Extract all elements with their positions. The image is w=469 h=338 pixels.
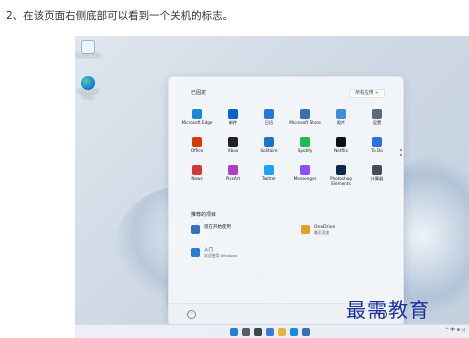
recommended-section-title: 推荐的项目 [191,212,217,218]
pinned-app-label: To Do [371,148,383,153]
recommended-item[interactable]: OneDrive 最近添加 [301,225,335,235]
store-icon[interactable] [302,328,310,336]
pinned-app-label: Photoshop Elements [329,176,352,186]
start-menu: 已固定 所有应用 > Microsoft Edge 邮件 日历 Microsoft S… [168,76,404,326]
user-icon: ◦ [190,311,193,317]
edge-icon [81,76,95,90]
task-view-icon[interactable] [254,328,262,336]
pinned-app-label: 设置 [372,120,382,125]
desktop-icon-label: Microsoft Edge [77,90,99,100]
pinned-app[interactable]: Messenger [287,163,323,191]
pinned-app-label: Solitaire [260,148,278,153]
pinned-app[interactable]: Photoshop Elements [323,163,359,191]
pinned-app-label: PicsArt [225,176,241,181]
pinned-app-label: 计算器 [370,176,384,181]
pinned-app-label: Xbox [227,148,239,153]
pinned-app-label: Office [190,148,204,153]
instruction-caption: 2、在该页面右侧底部可以看到一个关机的标志。 [6,10,234,22]
taskbar-pinned-icons [230,328,314,336]
widgets-icon[interactable] [266,328,274,336]
pinned-app[interactable]: 计算器 [359,163,395,191]
pinned-app-label: 照片 [336,120,346,125]
pinned-app[interactable]: 设置 [359,107,395,135]
spotify-icon [300,137,310,147]
office-icon [192,137,202,147]
page-indicator[interactable] [398,149,404,159]
pinned-app[interactable]: To Do [359,135,395,163]
pinned-app-label: Spotify [297,148,313,153]
recommended-item[interactable]: 入门 欢迎使用 Windows [191,248,237,258]
pinned-app[interactable]: 日历 [251,107,287,135]
watermark-text: 最需教育 [346,298,430,322]
pinned-app[interactable]: 照片 [323,107,359,135]
pinned-app[interactable]: Netflix [323,135,359,163]
recommended-item-title: 现在开始使用 [204,225,231,230]
taskbar: ^ 中 ⊕ ◁ [75,324,469,338]
solitaire-icon [264,137,274,147]
pinned-section-title: 已固定 [191,90,207,96]
tips-icon [191,248,200,257]
edge-icon[interactable] [290,328,298,336]
pinned-app[interactable]: Twitter [251,163,287,191]
pinned-app-label: 邮件 [228,120,238,125]
messenger-icon [300,165,310,175]
settings-gear-icon [372,109,382,119]
recommended-item-subtitle: 最近添加 [314,229,330,235]
pinned-app-label: Microsoft Store [289,120,321,125]
photos-icon [336,109,346,119]
xbox-icon [228,137,238,147]
picsart-icon [228,165,238,175]
news-icon [192,165,202,175]
pinned-app[interactable]: PicsArt [215,163,251,191]
netflix-icon [336,137,346,147]
calendar-icon [264,109,274,119]
pinned-app-label: Microsoft Edge [181,120,213,125]
recommended-item-subtitle: 欢迎使用 Windows [204,252,238,258]
photoshop-icon [336,165,346,175]
todo-icon [372,137,382,147]
pinned-app[interactable]: Solitaire [251,135,287,163]
pinned-app[interactable]: Xbox [215,135,251,163]
pinned-app-label: 日历 [264,120,274,125]
get-started-icon [191,225,200,234]
pinned-app-label: Netflix [334,148,348,153]
pinned-app-label: Twitter [261,176,277,181]
user-account-button[interactable]: ◦ [187,310,196,319]
desktop-icon-edge[interactable]: Microsoft Edge [75,76,101,101]
pinned-app[interactable]: 邮件 [215,107,251,135]
edge-icon [192,109,202,119]
file-explorer-icon[interactable] [278,328,286,336]
twitter-icon [264,165,274,175]
search-icon[interactable] [242,328,250,336]
onedrive-icon [301,225,310,234]
desktop-icon-recycle-bin[interactable]: Recycle Bin [75,40,101,60]
calculator-icon [372,165,382,175]
pinned-app[interactable]: Spotify [287,135,323,163]
start-icon[interactable] [230,328,238,336]
pinned-app[interactable]: Microsoft Store [287,107,323,135]
desktop-icon-label: Recycle Bin [75,54,101,59]
recommended-item[interactable]: 现在开始使用 [191,225,231,234]
pinned-app-label: News [191,176,203,181]
pinned-apps-grid: Microsoft Edge 邮件 日历 Microsoft Store 照片 设置 Off… [179,107,395,191]
pinned-app[interactable]: News [179,163,215,191]
recycle-bin-icon [81,40,95,54]
mail-icon [228,109,238,119]
pinned-app[interactable]: Microsoft Edge [179,107,215,135]
system-tray[interactable]: ^ 中 ⊕ ◁ [445,327,465,333]
all-apps-button[interactable]: 所有应用 > [349,89,385,98]
store-icon [300,109,310,119]
windows-desktop-screenshot: Recycle Bin Microsoft Edge 已固定 所有应用 > Mi… [75,36,469,338]
pinned-app[interactable]: Office [179,135,215,163]
pinned-app-label: Messenger [293,176,317,181]
